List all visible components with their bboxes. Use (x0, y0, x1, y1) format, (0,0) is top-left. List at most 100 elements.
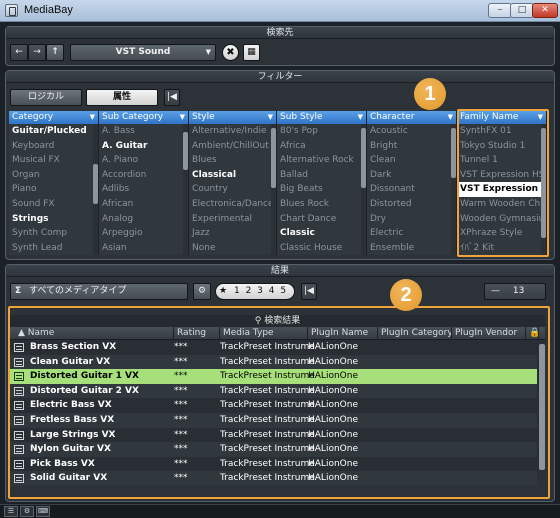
filter-item[interactable]: Jazz (189, 226, 276, 241)
filter-item[interactable]: A. Guitar (99, 139, 188, 154)
filter-item[interactable]: Classical (189, 168, 276, 183)
filter-item[interactable]: Adlibs (99, 182, 188, 197)
filter-item[interactable]: A. Bass (99, 124, 188, 139)
filter-item[interactable]: A. Piano (99, 153, 188, 168)
filter-item[interactable]: Distorted (367, 197, 456, 212)
filter-item[interactable]: Bright (367, 139, 456, 154)
minimize-button[interactable]: ⎯ (488, 3, 512, 18)
folder-icon[interactable]: ▦ (243, 44, 260, 61)
results-section: 結果 Σ すべてのメディアタイプ ⚙ ★ 1 2 3 4 5 |◀ — 13 ⚲… (5, 264, 555, 502)
filter-item[interactable]: Asian (99, 241, 188, 255)
chevron-down-icon: ▼ (267, 113, 273, 121)
column-sub-style: Sub Style ▼ 80's Pop Africa Alternative Roc… (277, 111, 367, 255)
vst-sound-location-dropdown[interactable]: VST Sound ▼ (70, 44, 216, 61)
filter-item[interactable]: Classic (277, 226, 366, 241)
location-label: VST Sound (115, 47, 171, 57)
filter-item[interactable]: Ensemble (367, 241, 456, 255)
filter-item[interactable]: Blues Rock (277, 197, 366, 212)
filter-item[interactable]: Synth Comp (9, 226, 98, 241)
filter-item[interactable]: Sound FX (9, 197, 98, 212)
bottom-toolbar: ☰ ⚙ ⌨ (0, 504, 560, 518)
chevron-down-icon: ▼ (179, 113, 185, 121)
scrollbar[interactable] (361, 124, 366, 255)
rating-5[interactable]: 5 (280, 286, 286, 296)
column-header[interactable]: Character ▼ (367, 111, 456, 124)
filter-item[interactable]: Synth Lead (9, 241, 98, 255)
media-type-dropdown[interactable]: Σ すべてのメディアタイプ (10, 283, 188, 300)
filter-item[interactable]: Dark (367, 168, 456, 183)
filter-item[interactable]: Dry (367, 212, 456, 227)
rating-3[interactable]: 3 (257, 286, 263, 296)
tab-logical[interactable]: ロジカル (10, 89, 82, 106)
column-header[interactable]: Category ▼ (9, 111, 98, 124)
maximize-button[interactable]: □ (510, 3, 534, 18)
list-view-icon[interactable]: ☰ (4, 506, 18, 517)
chevron-down-icon: ▼ (357, 113, 363, 121)
rating-filter[interactable]: ★ 1 2 3 4 5 (215, 283, 295, 300)
tab-attribute[interactable]: 属性 (86, 89, 158, 106)
scrollbar[interactable] (183, 124, 188, 255)
column-list: Alternative/Indie Ambient/ChillOut Blues Cl… (189, 124, 276, 255)
filter-item[interactable]: Analog (99, 212, 188, 227)
keyboard-icon[interactable]: ⌨ (36, 506, 50, 517)
back-arrow-icon[interactable]: ← (10, 44, 28, 61)
filter-item[interactable]: Ballad (277, 168, 366, 183)
filter-header: フィルター (6, 71, 554, 83)
filter-item[interactable]: Alternative/Indie (189, 124, 276, 139)
column-list: A. Bass A. Guitar A. Piano Accordion Adlibs A… (99, 124, 188, 255)
filter-item[interactable]: Africa (277, 139, 366, 154)
filter-item[interactable]: Big Beats (277, 182, 366, 197)
family-name-highlight-box (457, 109, 549, 257)
callout-badge-2: 2 (390, 279, 422, 311)
filter-item[interactable]: Musical FX (9, 153, 98, 168)
rating-2[interactable]: 2 (246, 286, 252, 296)
filter-item[interactable]: Country (189, 182, 276, 197)
filter-item[interactable]: Organ (9, 168, 98, 183)
sigma-icon: Σ (15, 286, 22, 296)
filter-item[interactable]: Dissonant (367, 182, 456, 197)
filter-item[interactable]: Ambient/ChillOut (189, 139, 276, 154)
clear-icon[interactable]: ✖ (222, 44, 239, 61)
column-list: Acoustic Bright Clean Dark Dissonant Distorte… (367, 124, 456, 255)
reset-results-icon[interactable]: |◀ (301, 283, 317, 300)
search-target-section: 検索先 ← → ↑ VST Sound ▼ ✖ ▦ (5, 26, 555, 66)
window-title: MediaBay (24, 4, 73, 16)
filter-item[interactable]: Strings (9, 212, 98, 227)
rating-4[interactable]: 4 (269, 286, 275, 296)
filter-item[interactable]: Classic House (277, 241, 366, 255)
chevron-down-icon: ▼ (205, 48, 211, 56)
filter-item[interactable]: None (189, 241, 276, 255)
filter-item[interactable]: Accordion (99, 168, 188, 183)
reset-filter-icon[interactable]: |◀ (164, 89, 180, 106)
chevron-down-icon: ▼ (89, 113, 95, 121)
column-header[interactable]: Sub Style ▼ (277, 111, 366, 124)
filter-item[interactable]: Arpeggio (99, 226, 188, 241)
rating-1[interactable]: 1 (234, 286, 240, 296)
filter-item[interactable]: Acoustic (367, 124, 456, 139)
filter-item[interactable]: 80's Pop (277, 124, 366, 139)
filter-item[interactable]: Electronica/Dance (189, 197, 276, 212)
scrollbar[interactable] (271, 124, 276, 255)
filter-item[interactable]: Experimental (189, 212, 276, 227)
gear-icon[interactable]: ⚙ (193, 283, 211, 300)
column-header[interactable]: Style ▼ (189, 111, 276, 124)
column-header[interactable]: Sub Category ▼ (99, 111, 188, 124)
search-target-header: 検索先 (6, 27, 554, 39)
filter-item[interactable]: Guitar/Plucked (9, 124, 98, 139)
filter-item[interactable]: Clean (367, 153, 456, 168)
scrollbar[interactable] (93, 124, 98, 255)
filter-item[interactable]: Blues (189, 153, 276, 168)
filter-item[interactable]: Chart Dance (277, 212, 366, 227)
filter-item[interactable]: African (99, 197, 188, 212)
filter-item[interactable]: Keyboard (9, 139, 98, 154)
filter-section: フィルター ロジカル 属性 |◀ Category ▼ Guitar/Plucke… (5, 70, 555, 260)
settings-icon[interactable]: ⚙ (20, 506, 34, 517)
filter-item[interactable]: Alternative Rock (277, 153, 366, 168)
column-list: Guitar/Plucked Keyboard Musical FX Organ Pia… (9, 124, 98, 255)
close-button[interactable]: ✕ (532, 3, 558, 18)
scrollbar[interactable] (451, 124, 456, 255)
up-arrow-icon[interactable]: ↑ (46, 44, 64, 61)
filter-item[interactable]: Piano (9, 182, 98, 197)
forward-arrow-icon[interactable]: → (28, 44, 46, 61)
filter-item[interactable]: Electric (367, 226, 456, 241)
